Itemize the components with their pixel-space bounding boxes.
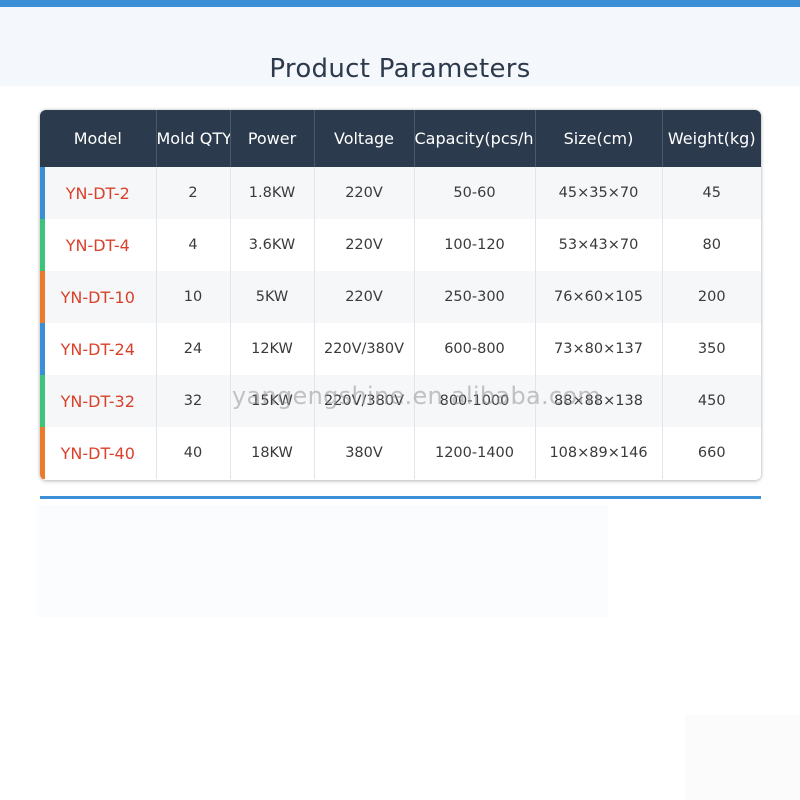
row-accent-bar	[40, 167, 45, 219]
table-row: YN-DT-24 24 12KW 220V/380V 600-800 73×80×137 3…	[40, 323, 761, 375]
cell-size: 76×60×105	[534, 271, 662, 323]
cell-size: 45×35×70	[534, 167, 662, 219]
cell-capacity: 50-60	[413, 167, 535, 219]
cell-capacity: 600-800	[413, 323, 535, 375]
column-header-capacity: Capacity(pcs/h)	[413, 110, 535, 167]
cell-voltage: 220V	[313, 219, 414, 271]
model-name: YN-DT-2	[65, 183, 130, 203]
cell-voltage: 220V/380V	[313, 323, 414, 375]
table-row: YN-DT-4 4 3.6KW 220V 100-120 53×43×70 80	[40, 219, 761, 271]
cell-capacity: 1200-1400	[413, 427, 535, 479]
cell-voltage: 220V	[313, 167, 414, 219]
cell-size: 88×88×138	[534, 375, 662, 427]
table-row: YN-DT-2 2 1.8KW 220V 50-60 45×35×70 45	[40, 167, 761, 219]
cell-size: 108×89×146	[534, 427, 662, 479]
cell-capacity: 100-120	[413, 219, 535, 271]
cell-weight: 80	[661, 219, 761, 271]
blank-content-block	[36, 505, 608, 617]
cell-model: YN-DT-2	[40, 167, 156, 219]
cell-size: 53×43×70	[534, 219, 662, 271]
row-accent-bar	[40, 427, 45, 479]
model-name: YN-DT-32	[60, 391, 135, 411]
cell-model: YN-DT-10	[40, 271, 156, 323]
cell-voltage: 380V	[313, 427, 414, 479]
cell-model: YN-DT-32	[40, 375, 156, 427]
cell-power: 3.6KW	[229, 219, 314, 271]
top-accent-bar	[0, 0, 800, 7]
cell-power: 18KW	[229, 427, 314, 479]
column-header-mold-qty: Mold QTY	[155, 110, 230, 167]
row-accent-bar	[40, 219, 45, 271]
cell-mold-qty: 40	[155, 427, 230, 479]
row-accent-bar	[40, 375, 45, 427]
model-name: YN-DT-40	[60, 443, 135, 463]
table-row: YN-DT-32 32 15KW 220V/380V 800-1000 88×88×138…	[40, 375, 761, 427]
page-title: Product Parameters	[269, 54, 531, 84]
column-header-model: Model	[73, 129, 122, 148]
cell-power: 12KW	[229, 323, 314, 375]
cell-voltage: 220V	[313, 271, 414, 323]
cell-mold-qty: 32	[155, 375, 230, 427]
column-header-power: Power	[229, 110, 314, 167]
table-body: YN-DT-2 2 1.8KW 220V 50-60 45×35×70 45 YN-DT-4 4…	[40, 167, 761, 479]
cell-weight: 200	[661, 271, 761, 323]
parameters-table: Model Mold QTY Power Voltage Capacity(pc…	[40, 110, 761, 479]
cell-weight: 660	[661, 427, 761, 479]
model-name: YN-DT-4	[65, 235, 130, 255]
table-row: YN-DT-40 40 18KW 380V 1200-1400 108×89×146 660	[40, 427, 761, 479]
cell-mold-qty: 4	[155, 219, 230, 271]
cell-power: 15KW	[229, 375, 314, 427]
column-header-size: Size(cm)	[534, 110, 662, 167]
cell-voltage: 220V/380V	[313, 375, 414, 427]
cell-weight: 350	[661, 323, 761, 375]
cell-mold-qty: 10	[155, 271, 230, 323]
section-divider	[40, 496, 761, 499]
cell-mold-qty: 2	[155, 167, 230, 219]
cell-size: 73×80×137	[534, 323, 662, 375]
cell-capacity: 800-1000	[413, 375, 535, 427]
column-header-voltage: Voltage	[313, 110, 414, 167]
cell-model: YN-DT-24	[40, 323, 156, 375]
table-header-row: Model Mold QTY Power Voltage Capacity(pc…	[40, 110, 761, 167]
cell-power: 5KW	[229, 271, 314, 323]
row-accent-bar	[40, 323, 45, 375]
cell-model: YN-DT-40	[40, 427, 156, 479]
blank-corner-block	[685, 715, 800, 800]
row-accent-bar	[40, 271, 45, 323]
model-name: YN-DT-10	[60, 287, 135, 307]
cell-mold-qty: 24	[155, 323, 230, 375]
table-row: YN-DT-10 10 5KW 220V 250-300 76×60×105 200	[40, 271, 761, 323]
cell-capacity: 250-300	[413, 271, 535, 323]
cell-power: 1.8KW	[229, 167, 314, 219]
model-name: YN-DT-24	[60, 339, 135, 359]
cell-model: YN-DT-4	[40, 219, 156, 271]
column-header-weight: Weight(kg)	[661, 110, 761, 167]
cell-weight: 450	[661, 375, 761, 427]
parameters-table-container: Model Mold QTY Power Voltage Capacity(pc…	[40, 110, 761, 480]
cell-weight: 45	[661, 167, 761, 219]
